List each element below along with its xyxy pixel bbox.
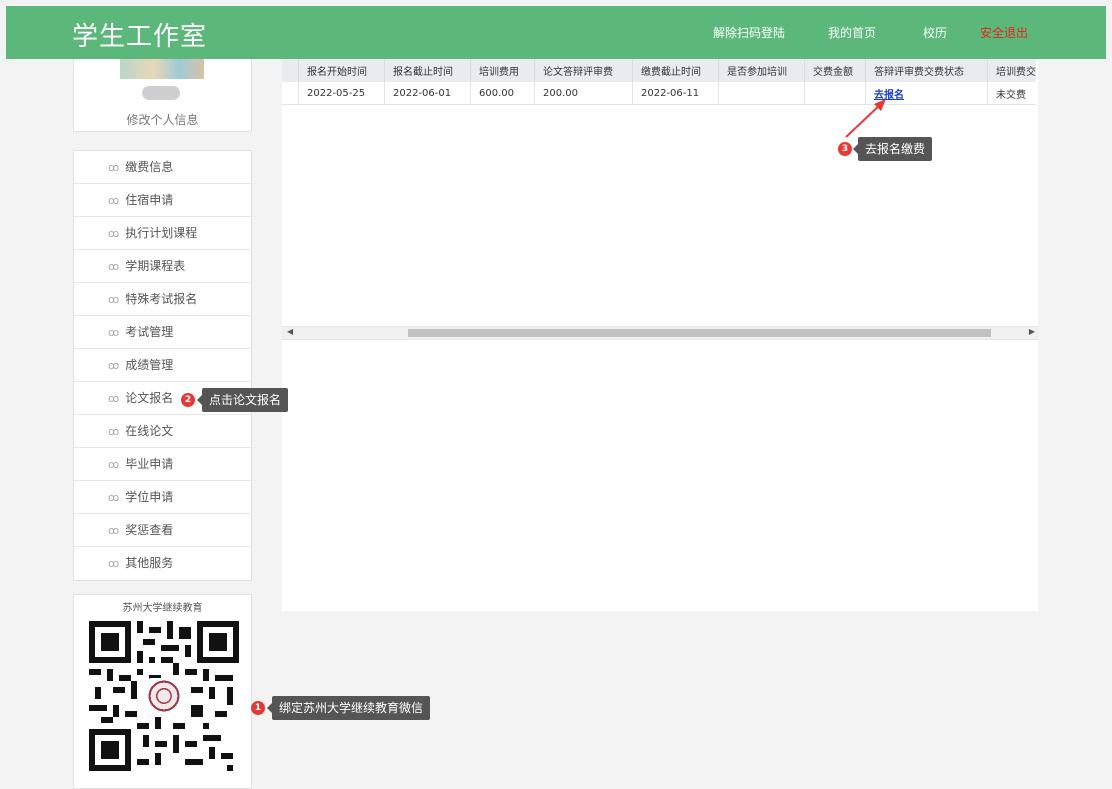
app-logo: 学生工作室 xyxy=(72,22,208,52)
scroll-right-arrow-icon[interactable]: ▶ xyxy=(1029,327,1035,336)
link-icon: ꝏ xyxy=(108,458,120,471)
sidebar-item-label: 缴费信息 xyxy=(125,160,174,174)
table-cell: 600.00 xyxy=(470,82,535,105)
table-cell: 未交费 xyxy=(987,82,1036,105)
link-icon: ꝏ xyxy=(108,359,120,372)
sidebar-item-label: 毕业申请 xyxy=(125,457,174,471)
table-cell: 2022-06-11 xyxy=(632,82,719,105)
column-header: 答辩评审费交费状态 xyxy=(865,59,988,82)
step-badge-1: 1 xyxy=(251,701,265,715)
link-icon: ꝏ xyxy=(108,557,120,570)
sidebar-item-payment-info[interactable]: ꝏ 缴费信息 xyxy=(74,151,251,184)
link-icon: ꝏ xyxy=(108,227,120,240)
profile-card: 修改个人信息 xyxy=(73,59,252,132)
callout-click-thesis: 点击论文报名 xyxy=(196,388,289,412)
table-cell: 2022-05-25 xyxy=(298,82,385,105)
link-icon: ꝏ xyxy=(108,293,120,306)
table-cell: 2022-06-01 xyxy=(384,82,471,105)
link-icon: ꝏ xyxy=(108,194,120,207)
qr-code-image xyxy=(89,621,239,771)
sidebar-item-rewards[interactable]: ꝏ 奖惩查看 xyxy=(74,514,251,547)
step-badge-2: 2 xyxy=(181,393,195,407)
sidebar-item-label: 住宿申请 xyxy=(125,193,174,207)
sidebar-item-label: 成绩管理 xyxy=(125,358,174,372)
table-cell-index xyxy=(282,82,299,105)
sidebar-item-exam-mgmt[interactable]: ꝏ 考试管理 xyxy=(74,316,251,349)
scrollbar-thumb[interactable] xyxy=(408,329,991,337)
nav-calendar[interactable]: 校历 xyxy=(923,24,947,41)
column-header: 缴费截止时间 xyxy=(632,59,719,82)
sidebar-item-timetable[interactable]: ꝏ 学期课程表 xyxy=(74,250,251,283)
column-header: 论文答辩评审费 xyxy=(534,59,633,82)
qr-title: 苏州大学继续教育 xyxy=(122,603,203,614)
sidebar-item-label: 学位申请 xyxy=(125,490,174,504)
profile-photo xyxy=(120,59,204,79)
sidebar-item-grades[interactable]: ꝏ 成绩管理 xyxy=(74,349,251,382)
table-cell xyxy=(718,82,805,105)
column-header-index xyxy=(282,59,299,82)
link-icon: ꝏ xyxy=(108,524,120,537)
nav-unbind-scan-login[interactable]: 解除扫码登陆 xyxy=(713,24,785,41)
table-header-row: 报名开始时间 报名截止时间 培训费用 论文答辩评审费 缴费截止时间 是否参加培训… xyxy=(282,59,1036,82)
step-badge-3: 3 xyxy=(838,142,852,156)
sidebar-item-graduation[interactable]: ꝏ 毕业申请 xyxy=(74,448,251,481)
nav-logout[interactable]: 安全退出 xyxy=(980,24,1028,41)
column-header: 培训费用 xyxy=(470,59,535,82)
table-cell: 200.00 xyxy=(534,82,633,105)
thesis-table: 报名开始时间 报名截止时间 培训费用 论文答辩评审费 缴费截止时间 是否参加培训… xyxy=(282,59,1036,105)
sidebar-item-other[interactable]: ꝏ 其他服务 xyxy=(74,547,251,580)
column-header: 交费金额 xyxy=(804,59,866,82)
edit-profile-link[interactable]: 修改个人信息 xyxy=(74,111,251,128)
table-row: 2022-05-25 2022-06-01 600.00 200.00 2022… xyxy=(282,82,1036,105)
sidebar-item-label: 学期课程表 xyxy=(125,259,186,273)
nav-home[interactable]: 我的首页 xyxy=(828,24,876,41)
column-header: 培训费交 xyxy=(987,59,1036,82)
column-header: 是否参加培训 xyxy=(718,59,805,82)
column-header: 报名截止时间 xyxy=(384,59,471,82)
sidebar-item-label: 在线论文 xyxy=(125,424,174,438)
callout-go-register: 去报名缴费 xyxy=(852,137,933,161)
link-icon: ꝏ xyxy=(108,161,120,174)
sidebar-item-degree[interactable]: ꝏ 学位申请 xyxy=(74,481,251,514)
link-icon: ꝏ xyxy=(108,491,120,504)
sidebar-menu: ꝏ 缴费信息 ꝏ 住宿申请 ꝏ 执行计划课程 ꝏ 学期课程表 ꝏ 特殊考试报名 ꝏ 考试管理… xyxy=(73,150,252,581)
horizontal-scrollbar[interactable]: ◀ ▶ xyxy=(282,326,1038,340)
sidebar-item-label: 特殊考试报名 xyxy=(125,292,198,306)
profile-name-blurred xyxy=(142,86,180,100)
sidebar-item-label: 奖惩查看 xyxy=(125,523,174,537)
sidebar-item-special-exam[interactable]: ꝏ 特殊考试报名 xyxy=(74,283,251,316)
top-header: 学生工作室 解除扫码登陆 我的首页 校历 安全退出 xyxy=(6,6,1106,59)
sidebar-item-label: 论文报名 xyxy=(125,391,174,405)
sidebar-item-plan-courses[interactable]: ꝏ 执行计划课程 xyxy=(74,217,251,250)
link-icon: ꝏ xyxy=(108,260,120,273)
sidebar-item-label: 考试管理 xyxy=(125,325,174,339)
scroll-left-arrow-icon[interactable]: ◀ xyxy=(287,327,293,336)
sidebar-item-housing[interactable]: ꝏ 住宿申请 xyxy=(74,184,251,217)
callout-bind-wechat: 绑定苏州大学继续教育微信 xyxy=(266,696,431,720)
link-icon: ꝏ xyxy=(108,392,120,405)
sidebar-item-label: 执行计划课程 xyxy=(125,226,198,240)
link-icon: ꝏ xyxy=(108,326,120,339)
annotation-arrow-icon xyxy=(845,99,886,138)
sidebar-item-label: 其他服务 xyxy=(125,556,174,570)
sidebar-item-online-thesis[interactable]: ꝏ 在线论文 xyxy=(74,415,251,448)
column-header: 报名开始时间 xyxy=(298,59,385,82)
wechat-qr-card: 苏州大学继续教育 xyxy=(73,594,252,789)
link-icon: ꝏ xyxy=(108,425,120,438)
